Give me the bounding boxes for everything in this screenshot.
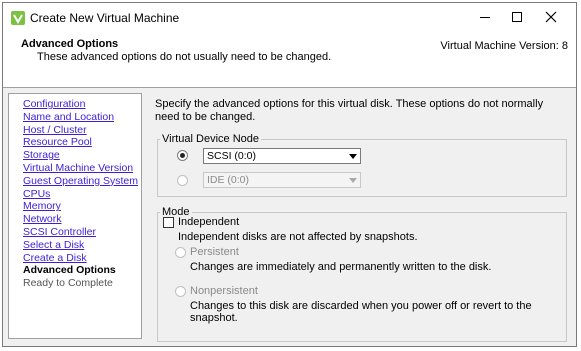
wizard-body: Configuration Name and Location Host / Clu… xyxy=(3,88,576,346)
scsi-radio[interactable] xyxy=(177,150,188,161)
title-bar[interactable]: Create New Virtual Machine xyxy=(3,3,576,31)
intro-text: Specify the advanced options for this vi… xyxy=(155,98,544,123)
nav-step-ready-to-complete: Ready to Complete xyxy=(23,277,113,290)
virtual-device-node-legend: Virtual Device Node xyxy=(162,133,260,145)
nav-step-advanced-options: Advanced Options xyxy=(23,264,116,277)
page-subtitle: These advanced options do not usually ne… xyxy=(37,51,332,63)
nav-step-cpus[interactable]: CPUs xyxy=(23,188,141,201)
persistent-description: Changes are immediately and permanently … xyxy=(190,261,492,273)
ide-node-value: IDE (0:0) xyxy=(207,174,250,186)
nonpersistent-radio[interactable] xyxy=(175,286,186,297)
chevron-down-icon xyxy=(346,173,360,187)
nav-step-select-a-disk[interactable]: Select a Disk xyxy=(23,239,141,252)
minimize-button[interactable] xyxy=(467,3,503,31)
ide-radio[interactable] xyxy=(177,175,188,186)
scsi-node-value: SCSI (0:0) xyxy=(207,150,257,162)
nav-step-create-a-disk[interactable]: Create a Disk xyxy=(23,252,141,265)
chevron-down-icon xyxy=(346,149,360,163)
wizard-steps-nav: Configuration Name and Location Host / Clu… xyxy=(8,93,142,339)
nav-step-scsi-controller[interactable]: SCSI Controller xyxy=(23,226,141,239)
nav-step-guest-operating-system[interactable]: Guest Operating System xyxy=(23,175,141,188)
nav-step-storage[interactable]: Storage xyxy=(23,149,141,162)
close-button[interactable] xyxy=(533,3,569,31)
nav-step-configuration[interactable]: Configuration xyxy=(23,98,141,111)
nav-step-resource-pool[interactable]: Resource Pool xyxy=(23,136,141,149)
vm-version-label: Virtual Machine Version: 8 xyxy=(440,40,568,52)
vsphere-app-icon xyxy=(10,10,26,26)
nav-step-memory[interactable]: Memory xyxy=(23,200,141,213)
advanced-options-panel: Specify the advanced options for this vi… xyxy=(155,98,570,342)
ide-node-select[interactable]: IDE (0:0) xyxy=(203,172,361,188)
independent-description: Independent disks are not affected by sn… xyxy=(178,231,418,243)
nav-step-name-and-location[interactable]: Name and Location xyxy=(23,111,141,124)
independent-label: Independent xyxy=(178,216,240,228)
persistent-radio[interactable] xyxy=(175,247,186,258)
maximize-icon xyxy=(512,12,522,22)
wizard-header: Advanced Options These advanced options … xyxy=(3,31,576,88)
nonpersistent-label: Nonpersistent xyxy=(190,285,258,297)
minimize-icon xyxy=(480,17,490,18)
close-icon xyxy=(545,11,557,23)
nonpersistent-description-line2: snapshot. xyxy=(190,312,238,324)
nav-step-host-cluster[interactable]: Host / Cluster xyxy=(23,124,141,137)
maximize-button[interactable] xyxy=(499,3,535,31)
nav-step-virtual-machine-version[interactable]: Virtual Machine Version xyxy=(23,162,141,175)
page-title: Advanced Options xyxy=(21,38,119,50)
independent-checkbox[interactable] xyxy=(163,217,174,228)
window-title: Create New Virtual Machine xyxy=(30,11,180,25)
nonpersistent-description-line1: Changes to this disk are discarded when … xyxy=(190,300,532,312)
nav-step-network[interactable]: Network xyxy=(23,213,141,226)
persistent-label: Persistent xyxy=(190,246,239,258)
scsi-node-select[interactable]: SCSI (0:0) xyxy=(203,148,361,164)
create-vm-window: Create New Virtual Machine Advanced Opti… xyxy=(2,2,577,347)
